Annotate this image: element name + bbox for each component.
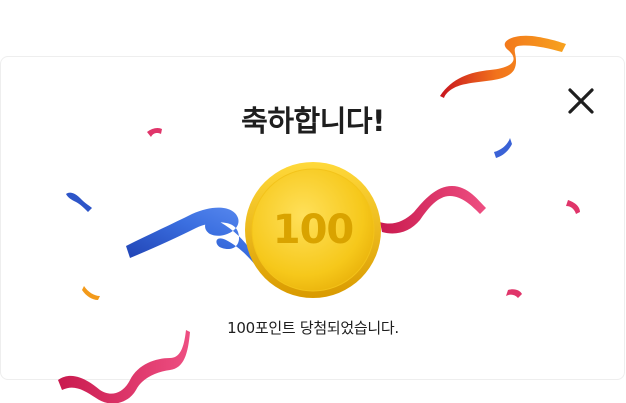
confetti-pink-right-low xyxy=(506,289,522,298)
ribbon-pink-right xyxy=(380,186,486,234)
confetti-layer xyxy=(58,35,580,403)
confetti-blue-left xyxy=(66,192,92,212)
ribbon-blue xyxy=(126,207,256,266)
reward-popup-stage: 축하합니다! 100 100포인트 당첨되었습니다. xyxy=(0,0,626,403)
dialog-title: 축하합니다! xyxy=(241,104,385,138)
streamer-orange xyxy=(440,35,566,98)
dialog-message: 100포인트 당첨되었습니다. xyxy=(227,319,399,337)
close-button[interactable] xyxy=(562,84,600,120)
coin-value-label: 100 xyxy=(272,207,355,253)
close-icon xyxy=(568,88,594,114)
confetti-orange-left xyxy=(82,286,100,300)
confetti-pink-right xyxy=(566,200,580,214)
ribbon-pink-bottom xyxy=(58,330,190,403)
